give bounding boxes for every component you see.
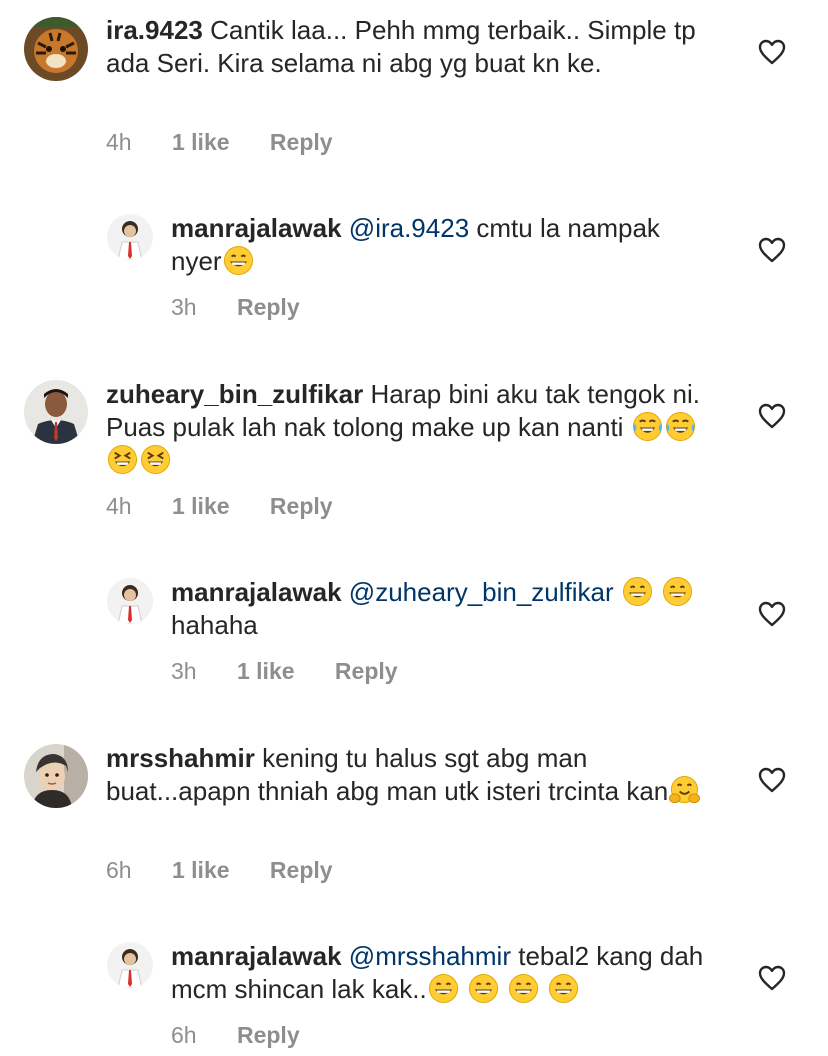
- comment-mention[interactable]: @mrsshahmir: [349, 941, 511, 971]
- comment-time: 4h: [106, 129, 132, 155]
- heart-outline-icon[interactable]: [758, 237, 786, 263]
- comment-meta: 4h 1 like Reply: [106, 128, 333, 156]
- tears-of-joy-emoji: [632, 411, 663, 442]
- avatar[interactable]: [24, 17, 88, 81]
- comment-username[interactable]: manrajalawak: [171, 213, 342, 243]
- reply-button[interactable]: Reply: [335, 657, 398, 685]
- comment-mention[interactable]: @zuheary_bin_zulfikar: [349, 577, 614, 607]
- comment-time: 6h: [106, 857, 132, 883]
- comment-likes[interactable]: 1 like: [237, 657, 295, 685]
- avatar[interactable]: [24, 744, 88, 808]
- tears-of-joy-emoji: [665, 411, 696, 442]
- comment-likes[interactable]: 1 like: [172, 128, 230, 156]
- comment-meta: 6h Reply: [171, 1021, 300, 1049]
- grinning-face-emoji: [508, 973, 539, 1004]
- heart-outline-icon[interactable]: [758, 965, 786, 991]
- comment-time: 3h: [171, 294, 197, 320]
- comment-meta: 6h 1 like Reply: [106, 856, 333, 884]
- comment-likes[interactable]: 1 like: [172, 492, 230, 520]
- squinting-laugh-emoji: [140, 444, 171, 475]
- heart-outline-icon[interactable]: [758, 767, 786, 793]
- comment-meta: 3h Reply: [171, 293, 300, 321]
- comment-username[interactable]: manrajalawak: [171, 941, 342, 971]
- comment-text: manrajalawak @zuheary_bin_zulfikar hahah…: [171, 576, 711, 642]
- comment-text: manrajalawak @mrsshahmir tebal2 kang dah…: [171, 940, 711, 1006]
- reply-button[interactable]: Reply: [270, 128, 333, 156]
- reply-button[interactable]: Reply: [270, 492, 333, 520]
- comment-text: mrsshahmir kening tu halus sgt abg man b…: [106, 742, 706, 808]
- comment-username[interactable]: mrsshahmir: [106, 743, 255, 773]
- grinning-face-emoji: [622, 576, 653, 607]
- reply-button[interactable]: Reply: [237, 1021, 300, 1049]
- reply-button[interactable]: Reply: [270, 856, 333, 884]
- comment-time: 3h: [171, 658, 197, 684]
- comment-time: 6h: [171, 1022, 197, 1048]
- grinning-face-emoji: [548, 973, 579, 1004]
- comment-body: hahaha: [171, 610, 258, 640]
- comment-time: 4h: [106, 493, 132, 519]
- avatar[interactable]: [107, 578, 153, 624]
- comment-username[interactable]: zuheary_bin_zulfikar: [106, 379, 363, 409]
- comment-username[interactable]: ira.9423: [106, 15, 203, 45]
- grinning-face-emoji: [223, 245, 254, 276]
- comment-likes[interactable]: 1 like: [172, 856, 230, 884]
- comment-meta: 4h 1 like Reply: [106, 492, 333, 520]
- avatar[interactable]: [107, 942, 153, 988]
- comment-username[interactable]: manrajalawak: [171, 577, 342, 607]
- squinting-laugh-emoji: [107, 444, 138, 475]
- heart-outline-icon[interactable]: [758, 39, 786, 65]
- avatar[interactable]: [24, 380, 88, 444]
- comment-text: ira.9423 Cantik laa... Pehh mmg terbaik.…: [106, 14, 706, 80]
- grinning-face-emoji: [468, 973, 499, 1004]
- grinning-face-emoji: [428, 973, 459, 1004]
- heart-outline-icon[interactable]: [758, 403, 786, 429]
- comment-meta: 3h 1 like Reply: [171, 657, 398, 685]
- hugging-face-emoji: [669, 775, 701, 806]
- grinning-face-emoji: [662, 576, 693, 607]
- comment-mention[interactable]: @ira.9423: [349, 213, 469, 243]
- avatar[interactable]: [107, 214, 153, 260]
- comment-text: manrajalawak @ira.9423 cmtu la nampak ny…: [171, 212, 711, 278]
- reply-button[interactable]: Reply: [237, 293, 300, 321]
- heart-outline-icon[interactable]: [758, 601, 786, 627]
- comment-text: zuheary_bin_zulfikar Harap bini aku tak …: [106, 378, 706, 477]
